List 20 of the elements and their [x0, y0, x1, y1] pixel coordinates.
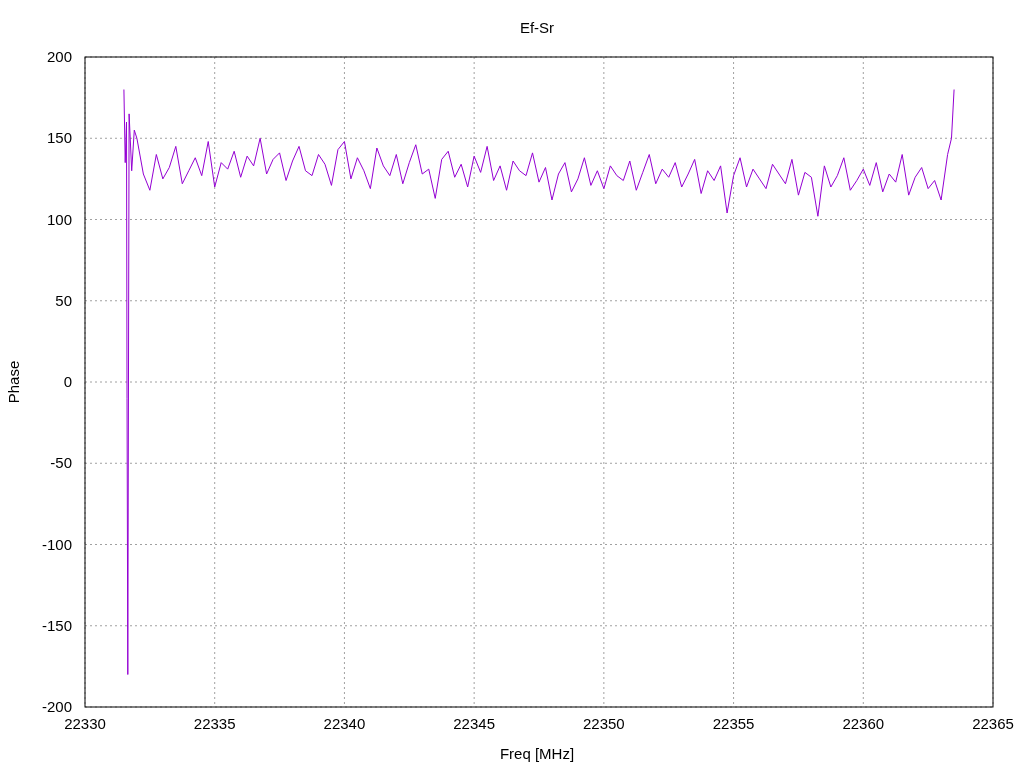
tick-label: 22335 [193, 715, 236, 732]
tick-label: 22355 [712, 715, 755, 732]
tick-label: 22350 [583, 715, 625, 732]
tick-label: 150 [46, 129, 72, 147]
chart-title: Ef-Sr [519, 19, 555, 36]
tick-label: 22345 [453, 715, 495, 732]
tick-label: 22330 [64, 715, 106, 732]
tick-label: -50 [50, 454, 72, 472]
tick-label: 0 [63, 373, 72, 390]
axis-label: Freq [MHz] [499, 745, 575, 762]
tick-label: -200 [41, 698, 72, 715]
tick-label: 50 [55, 291, 72, 309]
tick-label: 22365 [972, 715, 1014, 732]
axis-label: Phase [5, 360, 22, 404]
tick-label: 22340 [323, 715, 366, 732]
tick-label: 100 [46, 210, 72, 228]
tick-label: -100 [41, 535, 72, 553]
tick-label: 22360 [842, 715, 885, 732]
tick-label: -150 [41, 616, 72, 634]
tick-label: 200 [46, 48, 72, 65]
